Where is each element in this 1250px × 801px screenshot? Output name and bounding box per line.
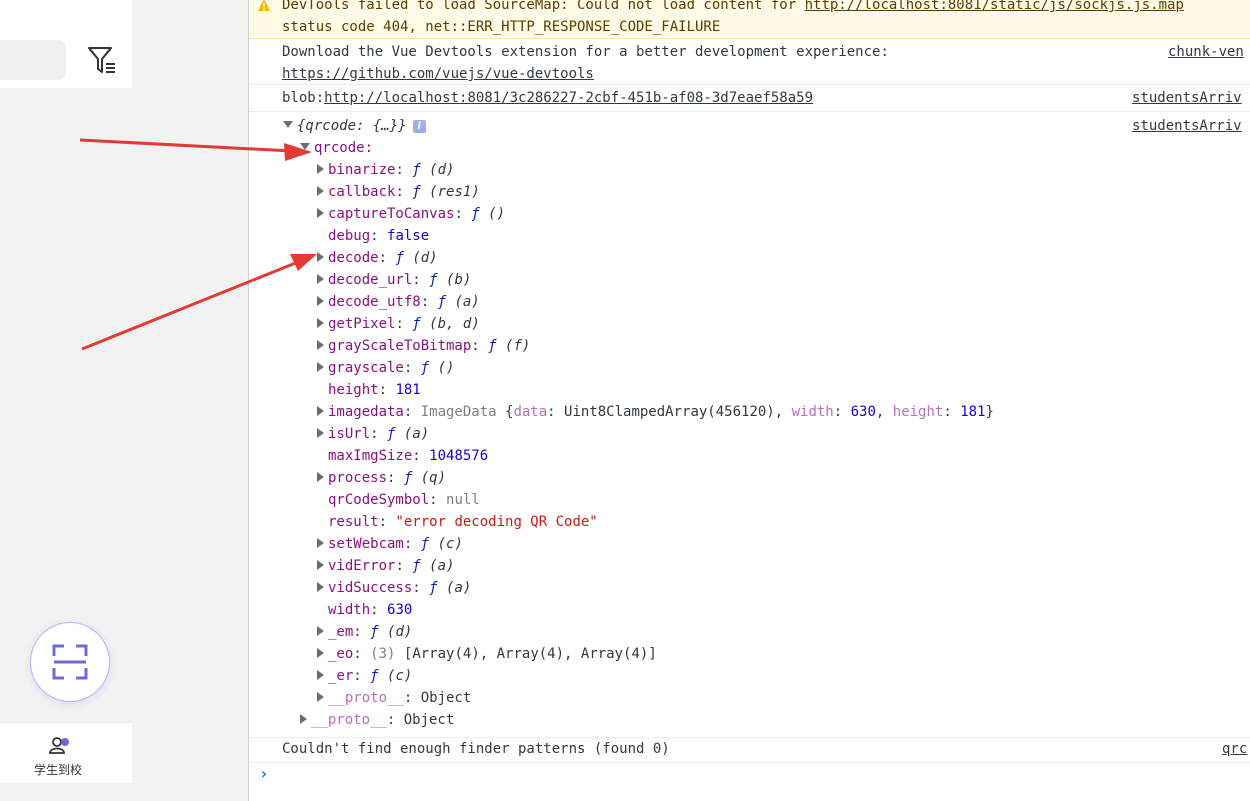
red-arrow-icon: [81, 254, 317, 351]
red-arrow-icon: [79, 138, 312, 161]
annotation-arrows: [79, 138, 317, 351]
